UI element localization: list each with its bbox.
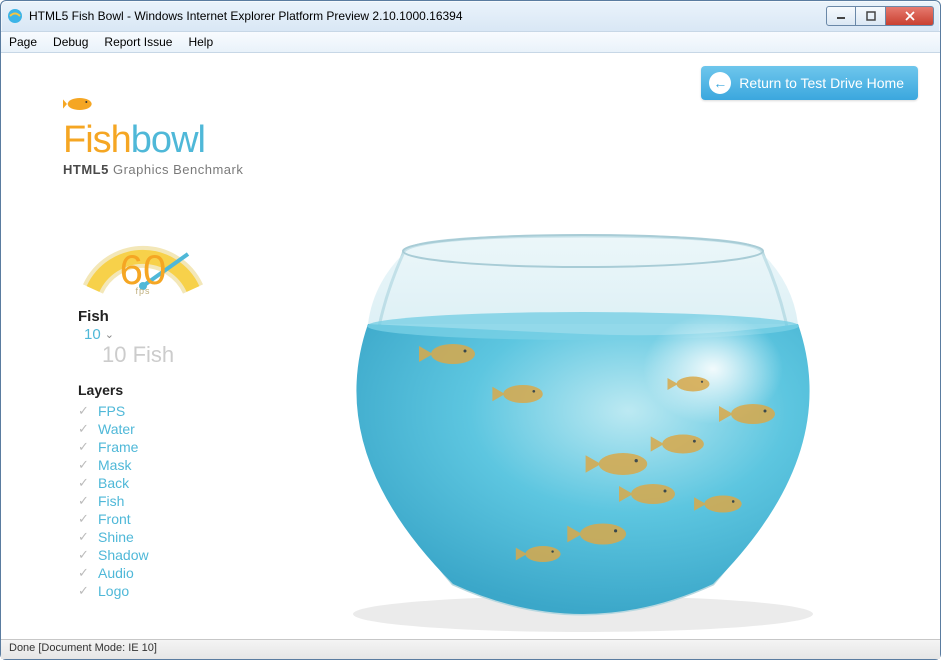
layer-toggle-shine[interactable]: ✓Shine xyxy=(78,528,218,546)
logo-text: Fishbowl xyxy=(63,119,243,162)
menu-page[interactable]: Page xyxy=(9,35,37,49)
return-home-button[interactable]: ← Return to Test Drive Home xyxy=(701,66,918,100)
fish-label: Fish xyxy=(78,308,109,325)
check-icon: ✓ xyxy=(78,511,92,527)
layer-toggle-front[interactable]: ✓Front xyxy=(78,510,218,528)
ie-icon xyxy=(7,8,23,24)
check-icon: ✓ xyxy=(78,583,92,599)
menubar: Page Debug Report Issue Help xyxy=(1,31,940,53)
layer-toggle-audio[interactable]: ✓Audio xyxy=(78,564,218,582)
layer-toggle-mask[interactable]: ✓Mask xyxy=(78,456,218,474)
layers-header: Layers xyxy=(78,382,218,398)
logo-subtitle: HTML5 Graphics Benchmark xyxy=(63,162,243,177)
fish-count-control: Fish 10 ⌄ 10 Fish xyxy=(78,308,218,368)
window-frame: HTML5 Fish Bowl - Windows Internet Explo… xyxy=(0,0,941,660)
titlebar[interactable]: HTML5 Fish Bowl - Windows Internet Explo… xyxy=(1,1,940,31)
layer-toggle-fish[interactable]: ✓Fish xyxy=(78,492,218,510)
layer-toggle-logo[interactable]: ✓Logo xyxy=(78,582,218,600)
fps-unit: fps xyxy=(78,286,208,296)
statusbar: Done [Document Mode: IE 10] xyxy=(1,639,940,659)
menu-debug[interactable]: Debug xyxy=(53,35,88,49)
check-icon: ✓ xyxy=(78,529,92,545)
sidebar-controls: 60 fps Fish 10 ⌄ 10 Fish Layers ✓FPS ✓Wa… xyxy=(78,214,218,600)
check-icon: ✓ xyxy=(78,403,92,419)
check-icon: ✓ xyxy=(78,457,92,473)
logo-fish-icon xyxy=(63,94,103,114)
check-icon: ✓ xyxy=(78,421,92,437)
check-icon: ✓ xyxy=(78,439,92,455)
window-controls xyxy=(826,6,934,26)
check-icon: ✓ xyxy=(78,475,92,491)
layer-toggle-frame[interactable]: ✓Frame xyxy=(78,438,218,456)
layers-panel: Layers ✓FPS ✓Water ✓Frame ✓Mask ✓Back ✓F… xyxy=(78,382,218,600)
chevron-down-icon: ⌄ xyxy=(105,328,114,341)
content-area: ← Return to Test Drive Home Fishbowl HTM… xyxy=(3,54,938,637)
fish-count-select[interactable]: 10 ⌄ xyxy=(84,326,114,343)
maximize-button[interactable] xyxy=(856,6,886,26)
fishbowl-canvas xyxy=(273,194,893,634)
close-button[interactable] xyxy=(886,6,934,26)
return-home-label: Return to Test Drive Home xyxy=(739,75,904,91)
fps-gauge: 60 fps xyxy=(78,214,208,304)
layer-toggle-shadow[interactable]: ✓Shadow xyxy=(78,546,218,564)
minimize-button[interactable] xyxy=(826,6,856,26)
menu-help[interactable]: Help xyxy=(188,35,213,49)
window-title: HTML5 Fish Bowl - Windows Internet Explo… xyxy=(29,9,826,23)
check-icon: ✓ xyxy=(78,547,92,563)
layer-toggle-water[interactable]: ✓Water xyxy=(78,420,218,438)
layer-toggle-fps[interactable]: ✓FPS xyxy=(78,402,218,420)
layer-toggle-back[interactable]: ✓Back xyxy=(78,474,218,492)
logo-part1: Fish xyxy=(63,119,131,161)
check-icon: ✓ xyxy=(78,493,92,509)
menu-report-issue[interactable]: Report Issue xyxy=(104,35,172,49)
logo-part2: bowl xyxy=(131,119,205,161)
fish-count-display: 10 Fish xyxy=(102,342,218,368)
logo: Fishbowl HTML5 Graphics Benchmark xyxy=(63,94,243,177)
check-icon: ✓ xyxy=(78,565,92,581)
status-text: Done [Document Mode: IE 10] xyxy=(9,642,157,654)
back-arrow-icon: ← xyxy=(709,72,731,94)
